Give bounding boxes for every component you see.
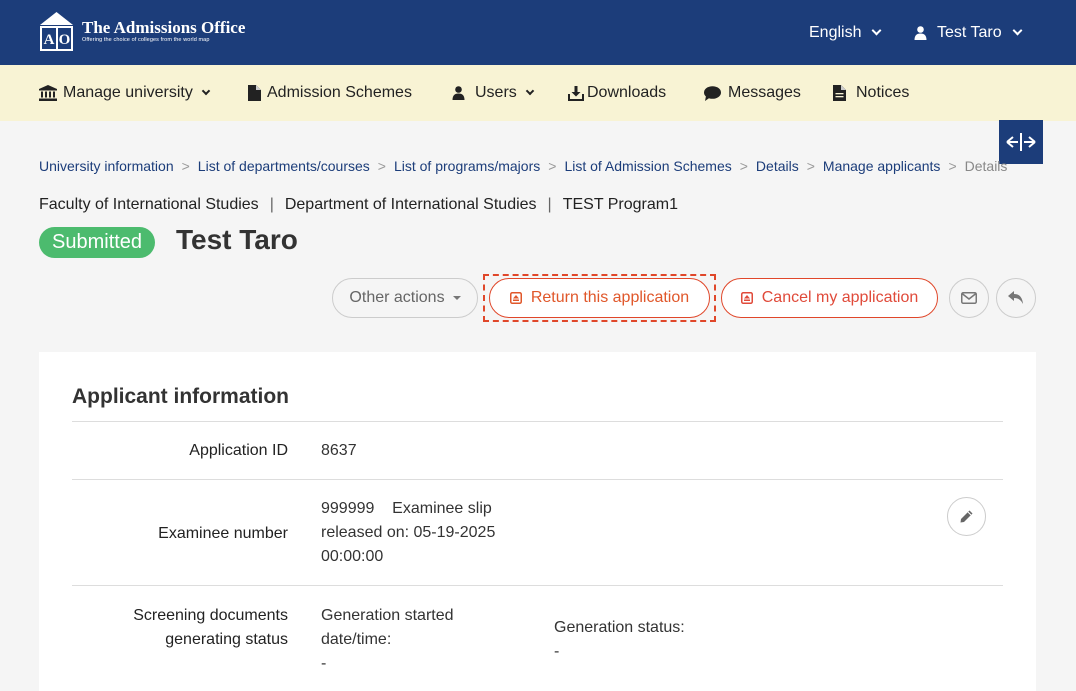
nav-label: Messages (728, 84, 801, 101)
logo-subtitle: Offering the choice of colleges from the… (82, 36, 210, 43)
document-icon (833, 85, 846, 101)
expand-horizontal-icon (1006, 133, 1036, 151)
return-box-icon (509, 292, 522, 304)
examinee-number: 999999 (321, 500, 375, 517)
return-application-button[interactable]: Return this application (489, 278, 710, 318)
application-id-label: Application ID (189, 442, 288, 459)
caret-down-icon (452, 296, 461, 300)
divider (72, 585, 1003, 586)
generation-started-label-line2: date/time: (321, 631, 392, 648)
logo[interactable]: A O The Admissions Office Offering the c… (39, 11, 245, 51)
svg-text:A: A (44, 32, 55, 48)
breadcrumb-current: Details (964, 158, 1008, 174)
generation-started: Generation started date/time: - (321, 604, 454, 676)
nav-notices[interactable]: Notices (833, 65, 909, 121)
status-badge: Submitted (39, 227, 156, 258)
faculty-name: Faculty of International Studies (39, 196, 259, 213)
top-header: A O The Admissions Office Offering the c… (0, 0, 1076, 65)
chevron-down-icon (201, 86, 211, 96)
breadcrumb-link[interactable]: Details (756, 158, 799, 174)
edit-examinee-button[interactable] (947, 497, 986, 536)
other-actions-dropdown[interactable]: Other actions (332, 278, 478, 318)
generation-status-label: Generation status: (554, 619, 685, 636)
generation-started-label-line1: Generation started (321, 607, 454, 624)
back-button[interactable] (996, 278, 1036, 318)
screening-status-label: Screening documents generating status (133, 604, 288, 652)
nav-label: Downloads (587, 84, 667, 101)
chevron-down-icon (872, 25, 882, 36)
chevron-down-icon (525, 86, 535, 96)
org-path: Faculty of International Studies | Depar… (39, 196, 678, 213)
cancel-application-button[interactable]: Cancel my application (721, 278, 938, 318)
examinee-released-date: released on: 05-19-2025 (321, 524, 496, 541)
chat-icon (704, 85, 721, 101)
main-nav: Manage university Admission Schemes User… (0, 65, 1076, 121)
generation-started-value: - (321, 655, 327, 672)
user-menu[interactable]: Test Taro (914, 0, 1023, 65)
program-name: TEST Program1 (562, 196, 678, 213)
svg-text:O: O (59, 32, 71, 48)
send-mail-button[interactable] (949, 278, 989, 318)
card-title: Applicant information (72, 385, 289, 408)
user-icon (452, 86, 465, 100)
envelope-icon (961, 292, 977, 304)
applicant-info-card: Applicant information Application ID 863… (39, 352, 1036, 691)
applicant-name: Test Taro (176, 224, 298, 255)
examinee-slip-label: Examinee slip (392, 500, 492, 517)
reply-icon (1008, 291, 1023, 304)
divider (72, 421, 1003, 422)
download-icon (568, 85, 584, 101)
university-icon (39, 85, 57, 101)
generation-status-value: - (554, 643, 560, 660)
screening-label-line1: Screening documents (133, 607, 288, 624)
breadcrumb-link[interactable]: University information (39, 158, 174, 174)
logo-mark-icon: A O (39, 11, 74, 51)
nav-messages[interactable]: Messages (704, 65, 801, 121)
divider (72, 479, 1003, 480)
cancel-box-icon (740, 292, 753, 304)
screening-label-line2: generating status (165, 631, 288, 648)
examinee-number-value: 999999 Examinee slip released on: 05-19-… (321, 497, 495, 569)
examinee-released-time: 00:00:00 (321, 548, 384, 565)
user-name: Test Taro (937, 23, 1002, 41)
breadcrumb: University information > List of departme… (39, 158, 1008, 174)
return-label: Return this application (530, 289, 690, 306)
generation-status: Generation status: - (554, 616, 685, 664)
breadcrumb-link[interactable]: List of programs/majors (394, 158, 540, 174)
language-selector[interactable]: English (809, 0, 882, 65)
nav-admission-schemes[interactable]: Admission Schemes (248, 65, 412, 121)
language-label: English (809, 23, 862, 41)
examinee-number-label: Examinee number (158, 525, 288, 542)
cancel-label: Cancel my application (761, 289, 919, 306)
application-id-value: 8637 (321, 442, 357, 459)
nav-downloads[interactable]: Downloads (568, 65, 666, 121)
department-name: Department of International Studies (284, 196, 537, 213)
chevron-down-icon (1012, 25, 1023, 36)
pencil-icon (960, 510, 973, 523)
nav-users[interactable]: Users (452, 65, 535, 121)
breadcrumb-link[interactable]: List of Admission Schemes (564, 158, 731, 174)
user-icon (914, 25, 927, 40)
other-actions-label: Other actions (349, 289, 445, 306)
nav-label: Admission Schemes (267, 84, 412, 101)
nav-manage-university[interactable]: Manage university (39, 65, 211, 121)
nav-label: Notices (856, 84, 910, 101)
breadcrumb-link[interactable]: Manage applicants (823, 158, 941, 174)
logo-title: The Admissions Office (82, 17, 246, 37)
nav-label: Users (475, 84, 517, 101)
nav-label: Manage university (63, 84, 193, 101)
breadcrumb-link[interactable]: List of departments/courses (198, 158, 370, 174)
document-icon (248, 85, 261, 101)
